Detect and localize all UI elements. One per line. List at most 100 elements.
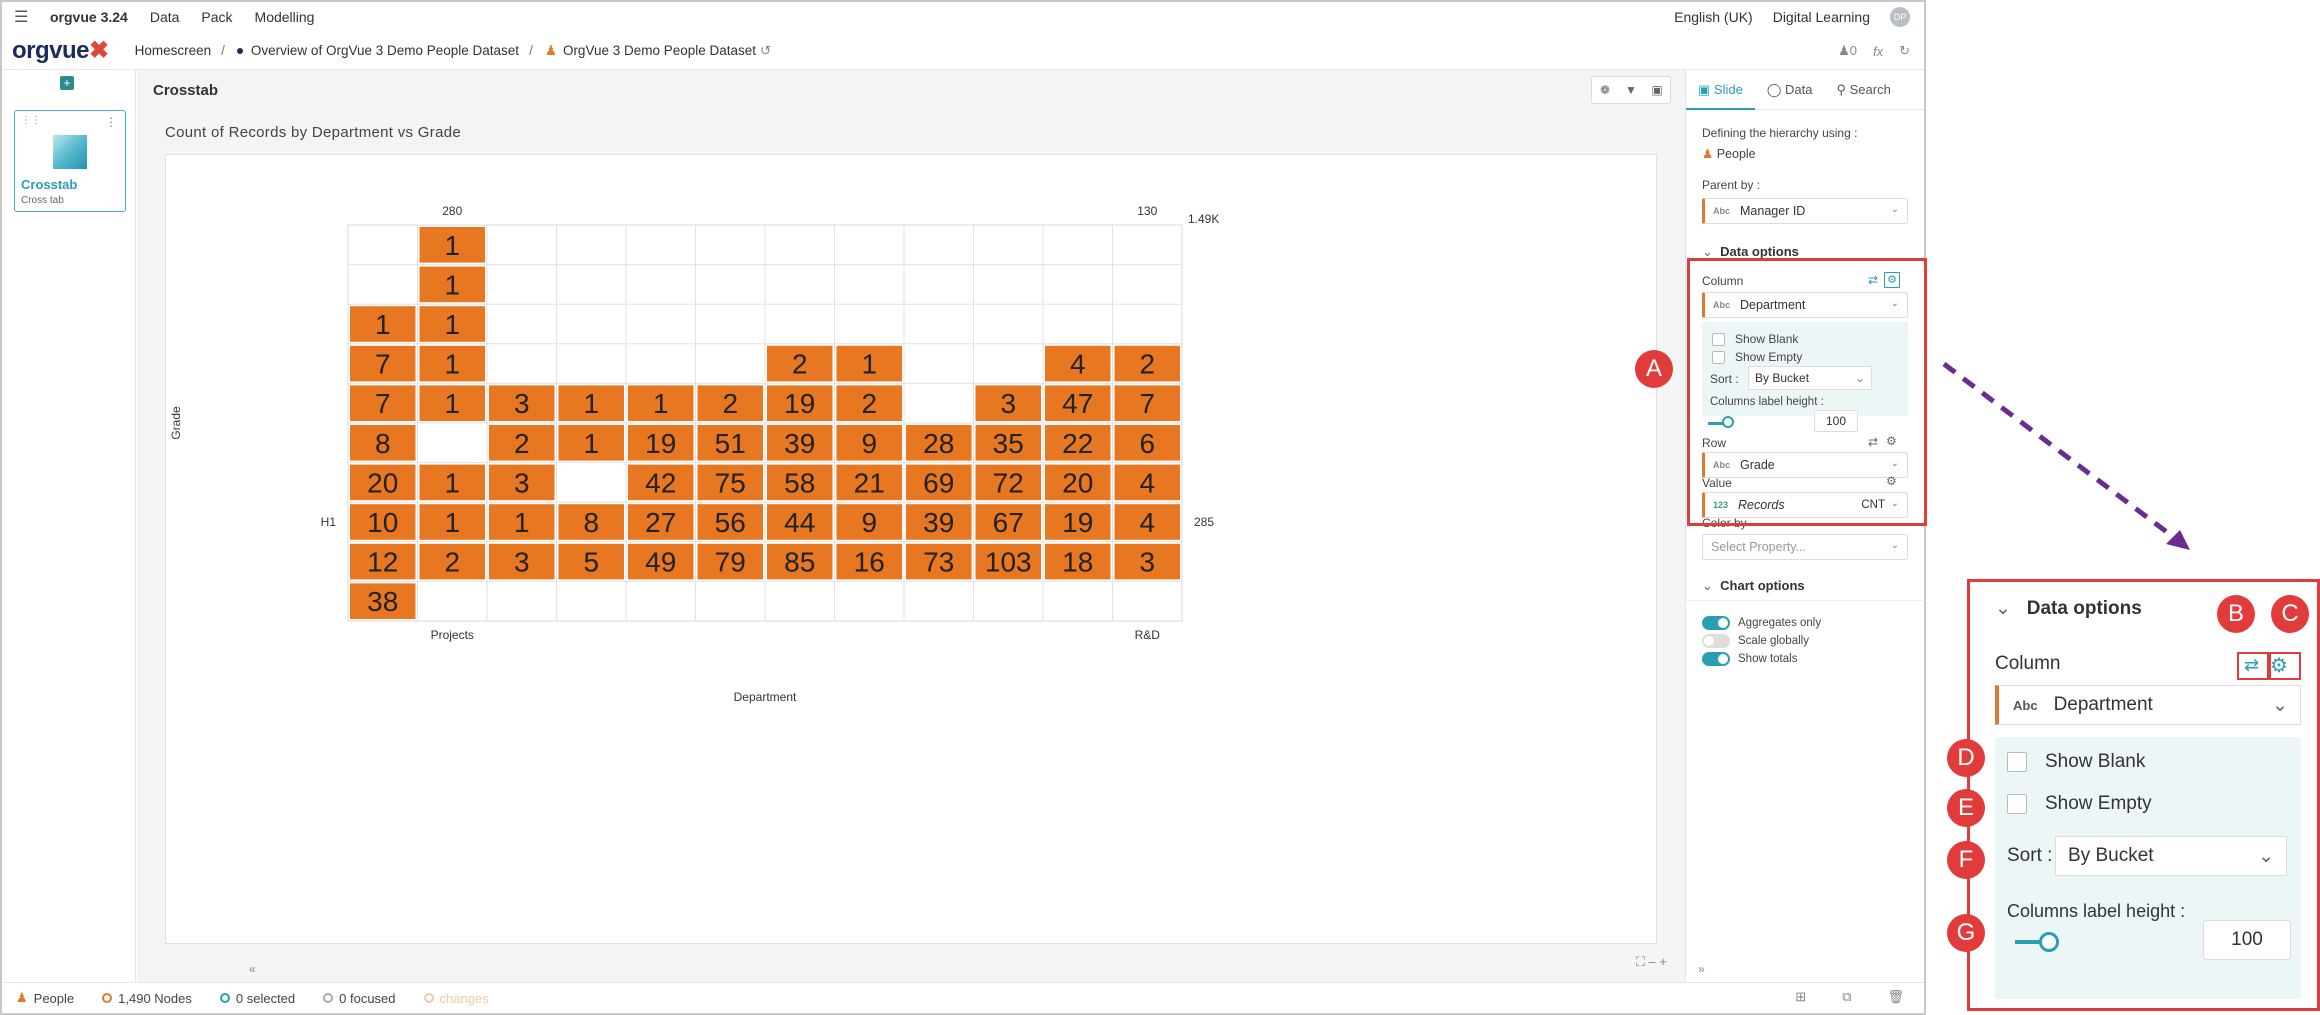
nodes-icon	[102, 993, 113, 1003]
hamburger-menu-icon[interactable]: ☰	[14, 7, 32, 27]
trash-icon[interactable]: 🗑	[1887, 989, 1904, 1005]
status-nodes-label: 1,490 Nodes	[118, 990, 192, 1006]
cell-value: 1	[444, 507, 460, 538]
chart-options-label: Chart options	[1720, 578, 1805, 593]
status-focused[interactable]: 0 focused	[323, 991, 396, 1006]
chevron-down-icon: ⌄	[1702, 244, 1713, 259]
zoom-controls[interactable]: ⛶ – +	[1636, 954, 1667, 970]
toggle-switch[interactable]	[1702, 634, 1730, 648]
color-by-select[interactable]: Select Property... ⌄	[1702, 534, 1908, 560]
chevron-down-icon: ⌄	[1702, 578, 1713, 593]
collapse-left-icon[interactable]: «	[249, 962, 256, 976]
cell-value: 79	[715, 547, 746, 578]
cell-value: 27	[645, 507, 676, 538]
chevron-down-icon: ⌄	[1890, 204, 1899, 215]
cell-value: 1	[861, 349, 877, 380]
cell-value: 4	[1139, 467, 1155, 498]
highlight-box-gear	[2269, 652, 2301, 680]
cell-value: 3	[514, 547, 530, 578]
chart-title: Count of Records by Department vs Grade	[165, 124, 461, 141]
cell-value: 20	[367, 467, 398, 498]
arrow-annotation	[1942, 362, 2190, 550]
language-selector[interactable]: English (UK)	[1674, 9, 1753, 25]
panel-tabs: ▣ Slide ◯ Data ⚲ Search	[1686, 70, 1924, 110]
cell-value: 2	[861, 388, 877, 419]
menu-pack[interactable]: Pack	[201, 9, 232, 25]
workspace-name[interactable]: Digital Learning	[1773, 9, 1870, 25]
drag-handle-icon[interactable]: ⋮⋮	[21, 115, 41, 126]
cell-value: 58	[784, 467, 815, 498]
data-options-label: Data options	[1720, 244, 1799, 259]
status-people[interactable]: ♟ People	[16, 990, 74, 1006]
cell-value: 9	[861, 428, 877, 459]
cell-value: 22	[1062, 428, 1093, 459]
cell-value: 10	[367, 507, 398, 538]
hierarchy-value-label: People	[1716, 147, 1756, 161]
slide-card-subtitle: Cross tab	[21, 195, 64, 206]
formula-button[interactable]: fx	[1873, 44, 1883, 59]
breadcrumb-overview-label: Overview of OrgVue 3 Demo People Dataset	[250, 43, 520, 58]
cell-value: 3	[1139, 547, 1155, 578]
breadcrumb-home[interactable]: Homescreen	[135, 43, 212, 58]
cell-value: 7	[375, 388, 391, 419]
tab-data[interactable]: ◯ Data	[1755, 70, 1825, 110]
user-avatar[interactable]: DP	[1890, 7, 1910, 27]
add-icon[interactable]: ⊞	[1795, 989, 1806, 1005]
toggle-switch[interactable]	[1702, 616, 1730, 630]
breadcrumb-dataset[interactable]: ♟ OrgVue 3 Demo People Dataset ↺	[545, 43, 771, 59]
collapse-right-icon[interactable]: »	[1698, 962, 1705, 976]
logo-mark-icon: ✖	[89, 37, 109, 64]
cell-value: 1	[444, 309, 460, 340]
refresh-icon[interactable]: ↺	[760, 43, 771, 58]
slide-card-title: Crosstab	[21, 177, 78, 192]
slide-card-crosstab[interactable]: ⋮⋮ ⋮ Crosstab Cross tab	[14, 110, 126, 212]
palette-icon[interactable]: ❁	[1592, 77, 1618, 103]
slides-sidebar: + ⋮⋮ ⋮ Crosstab Cross tab	[2, 70, 136, 982]
chart-options-header[interactable]: ⌄ Chart options	[1702, 578, 1805, 594]
marker-d: D	[1947, 739, 1985, 777]
x-axis-label: Department	[734, 690, 797, 704]
canvas-title: Crosstab	[153, 82, 219, 99]
marker-a: A	[1635, 350, 1673, 388]
tab-search-label: Search	[1849, 81, 1891, 97]
cell-value: 19	[645, 428, 676, 459]
parent-by-select[interactable]: Abc Manager ID ⌄	[1702, 198, 1908, 224]
toggle-switch[interactable]	[1702, 652, 1730, 666]
cell-value: 8	[583, 507, 599, 538]
cell-value: 1	[444, 388, 460, 419]
tab-slide[interactable]: ▣ Slide	[1686, 70, 1755, 110]
status-selected[interactable]: 0 selected	[219, 990, 296, 1006]
toggle-label: Aggregates only	[1738, 617, 1822, 629]
status-nodes[interactable]: 1,490 Nodes	[102, 991, 192, 1006]
cell-value: 9	[861, 507, 877, 538]
add-slide-button[interactable]: +	[60, 76, 74, 90]
breadcrumb-overview[interactable]: Overview of OrgVue 3 Demo People Dataset	[236, 43, 520, 58]
cell-value: 19	[784, 388, 815, 419]
cell-value: 28	[923, 428, 954, 459]
toggle-aggregates-only[interactable]: Aggregates only	[1702, 616, 1821, 630]
comment-icon[interactable]: ▣	[1644, 77, 1670, 103]
breadcrumb-separator: /	[221, 43, 225, 58]
people-count[interactable]: ♟0	[1838, 43, 1857, 59]
cell-value: 56	[715, 507, 746, 538]
sync-icon[interactable]: ↻	[1899, 43, 1910, 59]
duplicate-icon[interactable]: ⧉	[1842, 989, 1851, 1005]
status-people-label: People	[33, 990, 75, 1006]
menu-data[interactable]: Data	[150, 9, 180, 25]
status-selected-label: 0 selected	[235, 990, 296, 1006]
parent-by-label: Parent by :	[1702, 178, 1761, 192]
changes-icon	[423, 993, 434, 1003]
hierarchy-label: Defining the hierarchy using :	[1702, 126, 1858, 140]
status-changes[interactable]: changes	[423, 991, 489, 1006]
toggle-scale-globally[interactable]: Scale globally	[1702, 634, 1809, 648]
toggle-show-totals[interactable]: Show totals	[1702, 652, 1797, 666]
menu-modelling[interactable]: Modelling	[255, 9, 315, 25]
cell-value: 3	[514, 388, 530, 419]
cell-value: 1	[375, 309, 391, 340]
orgvue-logo[interactable]: orgvue✖	[12, 36, 109, 65]
tab-search[interactable]: ⚲ Search	[1824, 70, 1902, 110]
filter-icon[interactable]: ▼	[1618, 77, 1644, 103]
cell-value: 4	[1070, 349, 1086, 380]
hierarchy-value[interactable]: ♟ People	[1702, 146, 1756, 161]
more-options-icon[interactable]: ⋮	[105, 115, 117, 129]
